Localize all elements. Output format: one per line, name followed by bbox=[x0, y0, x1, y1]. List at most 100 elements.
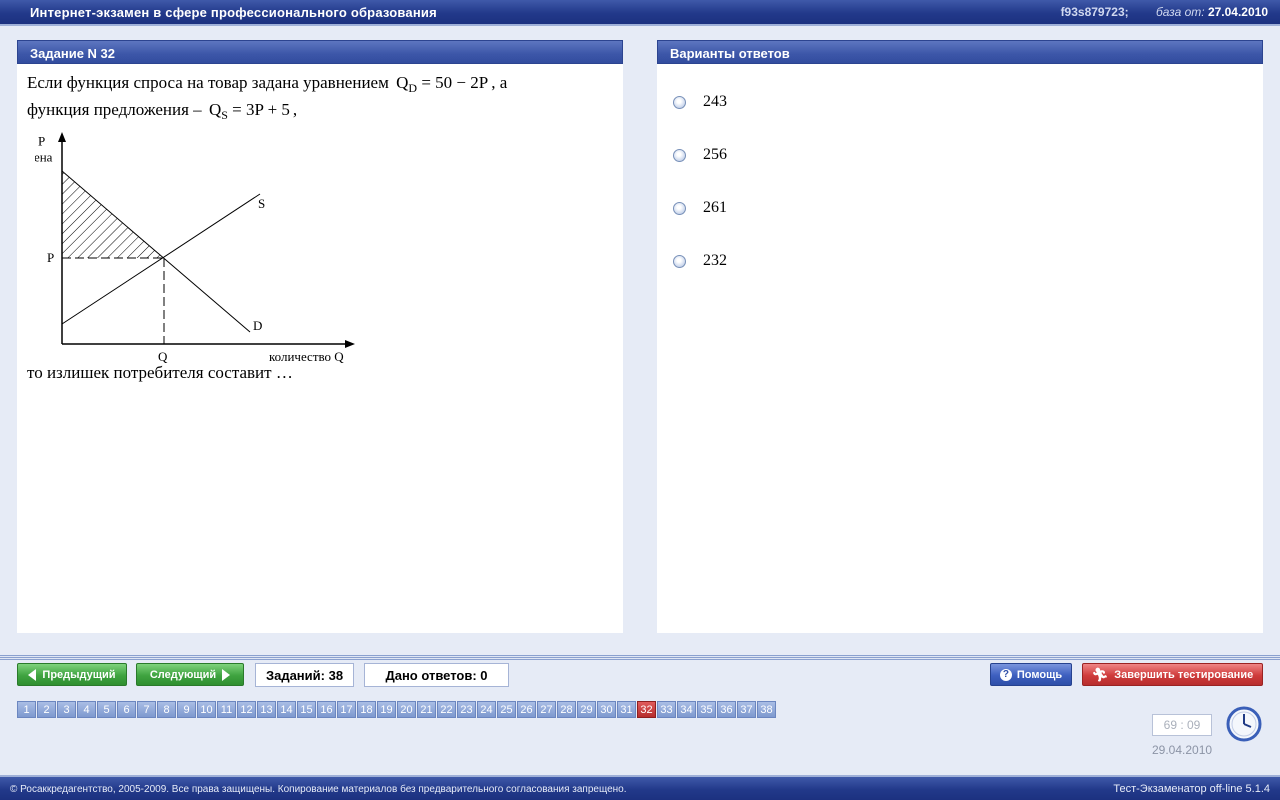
running-man-icon: 🏃︎ bbox=[1091, 666, 1109, 682]
quantity-label: Q bbox=[158, 349, 168, 364]
question-number-20[interactable]: 20 bbox=[397, 701, 416, 718]
question-number-14[interactable]: 14 bbox=[277, 701, 296, 718]
answers-panel: Варианты ответов 243 256 261 232 bbox=[657, 40, 1263, 633]
demand-equation: QD = 50 − 2P bbox=[396, 73, 489, 95]
answer-label: 232 bbox=[703, 252, 727, 269]
price-label: P bbox=[47, 250, 54, 265]
question-number-3[interactable]: 3 bbox=[57, 701, 76, 718]
answer-label: 243 bbox=[703, 93, 727, 110]
timer-display: 69 : 09 bbox=[1152, 714, 1212, 736]
db-label: база от: bbox=[1155, 5, 1205, 19]
divider bbox=[0, 655, 1280, 660]
answer-option-2[interactable]: 256 bbox=[673, 145, 727, 165]
previous-button[interactable]: Предыдущий bbox=[17, 663, 127, 686]
question-number-38[interactable]: 38 bbox=[757, 701, 776, 718]
answer-radio[interactable] bbox=[673, 148, 686, 162]
question-number-28[interactable]: 28 bbox=[557, 701, 576, 718]
question-number-10[interactable]: 10 bbox=[197, 701, 216, 718]
question-number-29[interactable]: 29 bbox=[577, 701, 596, 718]
answer-option-1[interactable]: 243 bbox=[673, 92, 727, 112]
question-number-24[interactable]: 24 bbox=[477, 701, 496, 718]
question-number-2[interactable]: 2 bbox=[37, 701, 56, 718]
question-text-part1: Если функция спроса на товар задана урав… bbox=[27, 73, 389, 92]
session-meta: f93s879723; база от: 27.04.2010 bbox=[1061, 5, 1268, 19]
supply-label: S bbox=[258, 196, 265, 211]
question-number-34[interactable]: 34 bbox=[677, 701, 696, 718]
app-title: Интернет-экзамен в сфере профессионально… bbox=[30, 5, 437, 20]
question-number-4[interactable]: 4 bbox=[77, 701, 96, 718]
question-number-27[interactable]: 27 bbox=[537, 701, 556, 718]
demand-formula: = 50 − 2P bbox=[421, 73, 489, 92]
question-number-33[interactable]: 33 bbox=[657, 701, 676, 718]
supply-subscript: S bbox=[221, 108, 228, 122]
answer-radio[interactable] bbox=[673, 254, 686, 268]
answer-option-4[interactable]: 232 bbox=[673, 251, 727, 271]
question-text-part4: , bbox=[292, 100, 298, 119]
question-number-25[interactable]: 25 bbox=[497, 701, 516, 718]
copyright-text: © Росаккредагентство, 2005-2009. Все пра… bbox=[10, 784, 627, 795]
question-text: Если функция спроса на товар задана урав… bbox=[17, 64, 623, 124]
help-button[interactable]: ? Помощь bbox=[990, 663, 1072, 686]
question-number-18[interactable]: 18 bbox=[357, 701, 376, 718]
next-label: Следующий bbox=[149, 668, 217, 681]
demand-symbol: Q bbox=[396, 73, 409, 92]
answer-option-3[interactable]: 261 bbox=[673, 198, 727, 218]
question-navigator: 1 2 3 4 5 6 7 8 9 10 11 12 13 14 15 16 17 18 19 20 21 22 23 24 2… bbox=[17, 701, 777, 718]
question-number-32[interactable]: 32 bbox=[637, 701, 656, 718]
title-bar: Интернет-экзамен в сфере профессионально… bbox=[0, 0, 1280, 26]
question-number-19[interactable]: 19 bbox=[377, 701, 396, 718]
answer-radio[interactable] bbox=[673, 95, 686, 109]
question-number-9[interactable]: 9 bbox=[177, 701, 196, 718]
arrow-left-icon bbox=[28, 668, 37, 681]
finish-test-button[interactable]: 🏃︎ Завершить тестирование bbox=[1082, 663, 1263, 686]
version-text: Тест-Экзаменатор off-line 5.1.4 bbox=[1113, 783, 1270, 795]
question-number-26[interactable]: 26 bbox=[517, 701, 536, 718]
answer-label: 261 bbox=[703, 199, 727, 216]
demand-subscript: D bbox=[408, 81, 418, 95]
answers-given-count: Дано ответов: 0 bbox=[364, 663, 509, 687]
arrow-right-icon bbox=[222, 668, 231, 681]
x-axis-label: количество Q bbox=[269, 349, 344, 364]
question-number-16[interactable]: 16 bbox=[317, 701, 336, 718]
question-number-11[interactable]: 11 bbox=[217, 701, 236, 718]
session-id: f93s879723; bbox=[1060, 5, 1129, 19]
question-number-23[interactable]: 23 bbox=[457, 701, 476, 718]
question-number-21[interactable]: 21 bbox=[417, 701, 436, 718]
question-number-17[interactable]: 17 bbox=[337, 701, 356, 718]
question-number-8[interactable]: 8 bbox=[157, 701, 176, 718]
question-number-36[interactable]: 36 bbox=[717, 701, 736, 718]
question-number-37[interactable]: 37 bbox=[737, 701, 756, 718]
question-footer: то излишек потребителя составит … bbox=[27, 363, 293, 382]
question-number-1[interactable]: 1 bbox=[17, 701, 36, 718]
previous-label: Предыдущий bbox=[42, 668, 116, 681]
question-number-35[interactable]: 35 bbox=[697, 701, 716, 718]
supply-symbol: Q bbox=[208, 100, 222, 119]
y-axis-arrow bbox=[58, 132, 66, 142]
question-number-5[interactable]: 5 bbox=[97, 701, 116, 718]
question-number-22[interactable]: 22 bbox=[437, 701, 456, 718]
tasks-count: Заданий: 38 bbox=[255, 663, 354, 687]
current-date: 29.04.2010 bbox=[1152, 743, 1213, 757]
question-number-15[interactable]: 15 bbox=[297, 701, 316, 718]
question-panel: Задание N 32 Если функция спроса на това… bbox=[17, 40, 623, 633]
supply-equation: QS = 3P + 5 bbox=[208, 100, 290, 122]
question-header: Задание N 32 bbox=[17, 40, 623, 64]
y-axis-label: цена bbox=[35, 150, 53, 165]
question-number-12[interactable]: 12 bbox=[237, 701, 256, 718]
question-number-31[interactable]: 31 bbox=[617, 701, 636, 718]
question-number-30[interactable]: 30 bbox=[597, 701, 616, 718]
db-date: 27.04.2010 bbox=[1207, 5, 1268, 19]
question-number-13[interactable]: 13 bbox=[257, 701, 276, 718]
answer-label: 256 bbox=[703, 146, 727, 163]
next-button[interactable]: Следующий bbox=[136, 663, 244, 686]
question-number-6[interactable]: 6 bbox=[117, 701, 136, 718]
answer-radio[interactable] bbox=[673, 201, 686, 215]
status-bar: © Росаккредагентство, 2005-2009. Все пра… bbox=[0, 775, 1280, 800]
question-text-part3: функция предложения – bbox=[27, 100, 202, 119]
question-number-7[interactable]: 7 bbox=[137, 701, 156, 718]
y-axis-symbol: P bbox=[38, 134, 45, 149]
supply-demand-graph: P цена P Q количество Q S D bbox=[35, 132, 355, 364]
answers-header: Варианты ответов bbox=[657, 40, 1263, 64]
question-mark-icon: ? bbox=[999, 668, 1012, 681]
demand-label: D bbox=[253, 318, 262, 333]
